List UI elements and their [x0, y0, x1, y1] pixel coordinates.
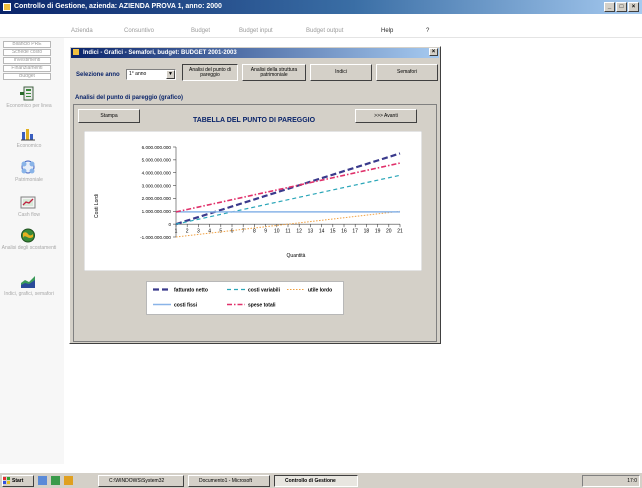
- x-tick-label: 12: [296, 229, 302, 235]
- quick-launch: [38, 476, 94, 486]
- tab-semafori[interactable]: Semafori: [376, 64, 438, 81]
- sidebar-button-bilancio-pre[interactable]: Bilancio PRE: [3, 41, 51, 48]
- sidebar-item-indici-grafici-semafori[interactable]: Indici, grafici, semafori: [0, 291, 58, 297]
- chart-legend: fatturato netto costi variabili utile lord…: [146, 281, 344, 315]
- x-tick-label: 19: [375, 229, 381, 235]
- chart-title: TABELLA DEL PUNTO DI PAREGGIO: [192, 117, 316, 124]
- sidebar-button-finanziamenti[interactable]: Finanziamenti: [3, 65, 51, 72]
- sidebar-item-cash-flow[interactable]: Cash flow: [0, 212, 58, 218]
- print-button[interactable]: Stampa: [78, 109, 140, 123]
- taskbar: Start C:\WINDOWS\System32 Documento1 - M…: [0, 472, 642, 488]
- tab-struttura-patrimoniale[interactable]: Analisi della struttura patrimoniale: [242, 64, 306, 81]
- x-tick-label: 18: [364, 229, 370, 235]
- x-tick-label: 6: [231, 229, 234, 235]
- x-tick-label: 1: [175, 229, 178, 235]
- next-button[interactable]: >>> Avanti: [355, 109, 417, 123]
- clock: 17:0: [627, 478, 637, 484]
- legend-marks: fatturato netto costi variabili utile lord…: [153, 288, 332, 309]
- sidebar-button-investimenti[interactable]: Investimenti: [3, 57, 51, 64]
- x-axis-label: Quantità: [287, 253, 306, 259]
- task-documento1[interactable]: Documento1 - Microsoft: [188, 475, 270, 487]
- x-tick-label: 8: [253, 229, 256, 235]
- x-tick-label: 17: [352, 229, 358, 235]
- sidebar-item-analisi-scostamenti[interactable]: Analisi degli scostamenti: [0, 245, 58, 251]
- chart-panel: Stampa >>> Avanti TABELLA DEL PUNTO DI P…: [73, 104, 437, 342]
- desktop-icon[interactable]: [38, 476, 47, 485]
- x-tick-label: 4: [208, 229, 211, 235]
- y-tick-label: 4.000.000.000: [142, 171, 172, 176]
- windows-logo-icon: [3, 477, 10, 484]
- globe-icon[interactable]: [20, 228, 36, 243]
- x-tick-label: 11: [285, 229, 290, 235]
- menu-question[interactable]: ?: [426, 28, 429, 34]
- legend-label: costi variabili: [248, 288, 281, 294]
- sidebar-item-economico[interactable]: Economico: [0, 143, 58, 149]
- y-tick-label: 1.000.000.000: [142, 209, 172, 214]
- task-controllo-di-gestione[interactable]: Controllo di Gestione: [274, 475, 358, 487]
- tab-punto-di-pareggio[interactable]: Analisi del punto di pareggio: [182, 64, 238, 81]
- menu-help[interactable]: Help: [381, 28, 393, 34]
- dialog-icon: [73, 49, 79, 55]
- y-tick-label: 6.000.000.000: [142, 145, 172, 150]
- sidebar: Bilancio PRE Schede costo Investimenti F…: [0, 38, 64, 464]
- x-tick-label: 10: [274, 229, 280, 235]
- menu-budget-input[interactable]: Budget input: [239, 28, 273, 34]
- bar-chart-icon[interactable]: [20, 126, 36, 141]
- dialog-title-bar: Indici - Grafici - Semafori, budget: BUD…: [71, 48, 439, 58]
- section-label: Analisi del punto di pareggio (grafico): [75, 95, 184, 101]
- sidebar-item-patrimoniale[interactable]: Patrimoniale: [0, 177, 58, 183]
- x-tick-label: 2: [186, 229, 189, 235]
- legend-label: costi fissi: [174, 303, 198, 309]
- menu-bar: Azienda Consuntivo Budget Budget input B…: [0, 14, 642, 38]
- task-system32[interactable]: C:\WINDOWS\System32: [98, 475, 184, 487]
- cash-flow-icon[interactable]: [20, 195, 36, 210]
- window-title: Controllo di Gestione, azienda: AZIENDA …: [14, 3, 222, 10]
- sidebar-item-economico-per-linea[interactable]: Economico per linea: [0, 103, 58, 109]
- legend-label: fatturato netto: [174, 288, 208, 294]
- x-tick-label: 13: [308, 229, 314, 235]
- tab-indici[interactable]: Indici: [310, 64, 372, 81]
- year-selection-label: Selezione anno: [76, 72, 120, 78]
- y-tick-label: 0: [168, 222, 171, 227]
- window-title-bar: Controllo di Gestione, azienda: AZIENDA …: [0, 0, 642, 14]
- sidebar-button-budget[interactable]: Budget: [3, 73, 51, 80]
- browser-icon[interactable]: [51, 476, 60, 485]
- x-tick-label: 3: [197, 229, 200, 235]
- y-tick-label: 2.000.000.000: [142, 196, 172, 201]
- ledger-icon[interactable]: [20, 86, 36, 101]
- indici-dialog: Indici - Grafici - Semafori, budget: BUD…: [69, 46, 441, 344]
- app-icon[interactable]: [3, 3, 11, 11]
- chevron-down-icon[interactable]: ▼: [166, 70, 175, 79]
- dialog-title: Indici - Grafici - Semafori, budget: BUD…: [83, 50, 237, 56]
- menu-consuntivo[interactable]: Consuntivo: [124, 28, 154, 34]
- y-axis-label: Costi Lordi: [94, 194, 100, 218]
- menu-budget[interactable]: Budget: [191, 28, 210, 34]
- graph-icon[interactable]: [20, 274, 36, 289]
- close-button[interactable]: ×: [628, 2, 639, 12]
- x-tick-label: 15: [330, 229, 336, 235]
- maximize-button[interactable]: □: [616, 2, 627, 12]
- x-tick-label: 20: [386, 229, 392, 235]
- menu-budget-output[interactable]: Budget output: [306, 28, 343, 34]
- x-tick-label: 21: [397, 229, 403, 235]
- sidebar-button-schede-costo[interactable]: Schede costo: [3, 49, 51, 56]
- x-tick-label: 14: [319, 229, 325, 235]
- window-controls: _ □ ×: [604, 2, 639, 12]
- year-select-value: 1° anno: [129, 71, 147, 77]
- break-even-chart: 6.000.000.000 5.000.000.000 4.000.000.000 3…: [84, 131, 422, 271]
- dialog-close-button[interactable]: ×: [429, 48, 438, 56]
- menu-azienda[interactable]: Azienda: [71, 28, 93, 34]
- balance-icon[interactable]: [20, 160, 36, 175]
- legend-label: spese totali: [248, 303, 276, 309]
- y-tick-label: 5.000.000.000: [142, 158, 172, 163]
- mail-icon[interactable]: [64, 476, 73, 485]
- legend-label: utile lordo: [308, 288, 332, 294]
- x-tick-label: 9: [264, 229, 267, 235]
- y-tick-label: -1.000.000.000: [140, 235, 171, 240]
- minimize-button[interactable]: _: [604, 2, 615, 12]
- x-tick-label: 16: [341, 229, 347, 235]
- system-tray: 17:0: [582, 475, 640, 487]
- y-tick-label: 3.000.000.000: [142, 183, 172, 188]
- year-select[interactable]: 1° anno ▼: [126, 69, 176, 80]
